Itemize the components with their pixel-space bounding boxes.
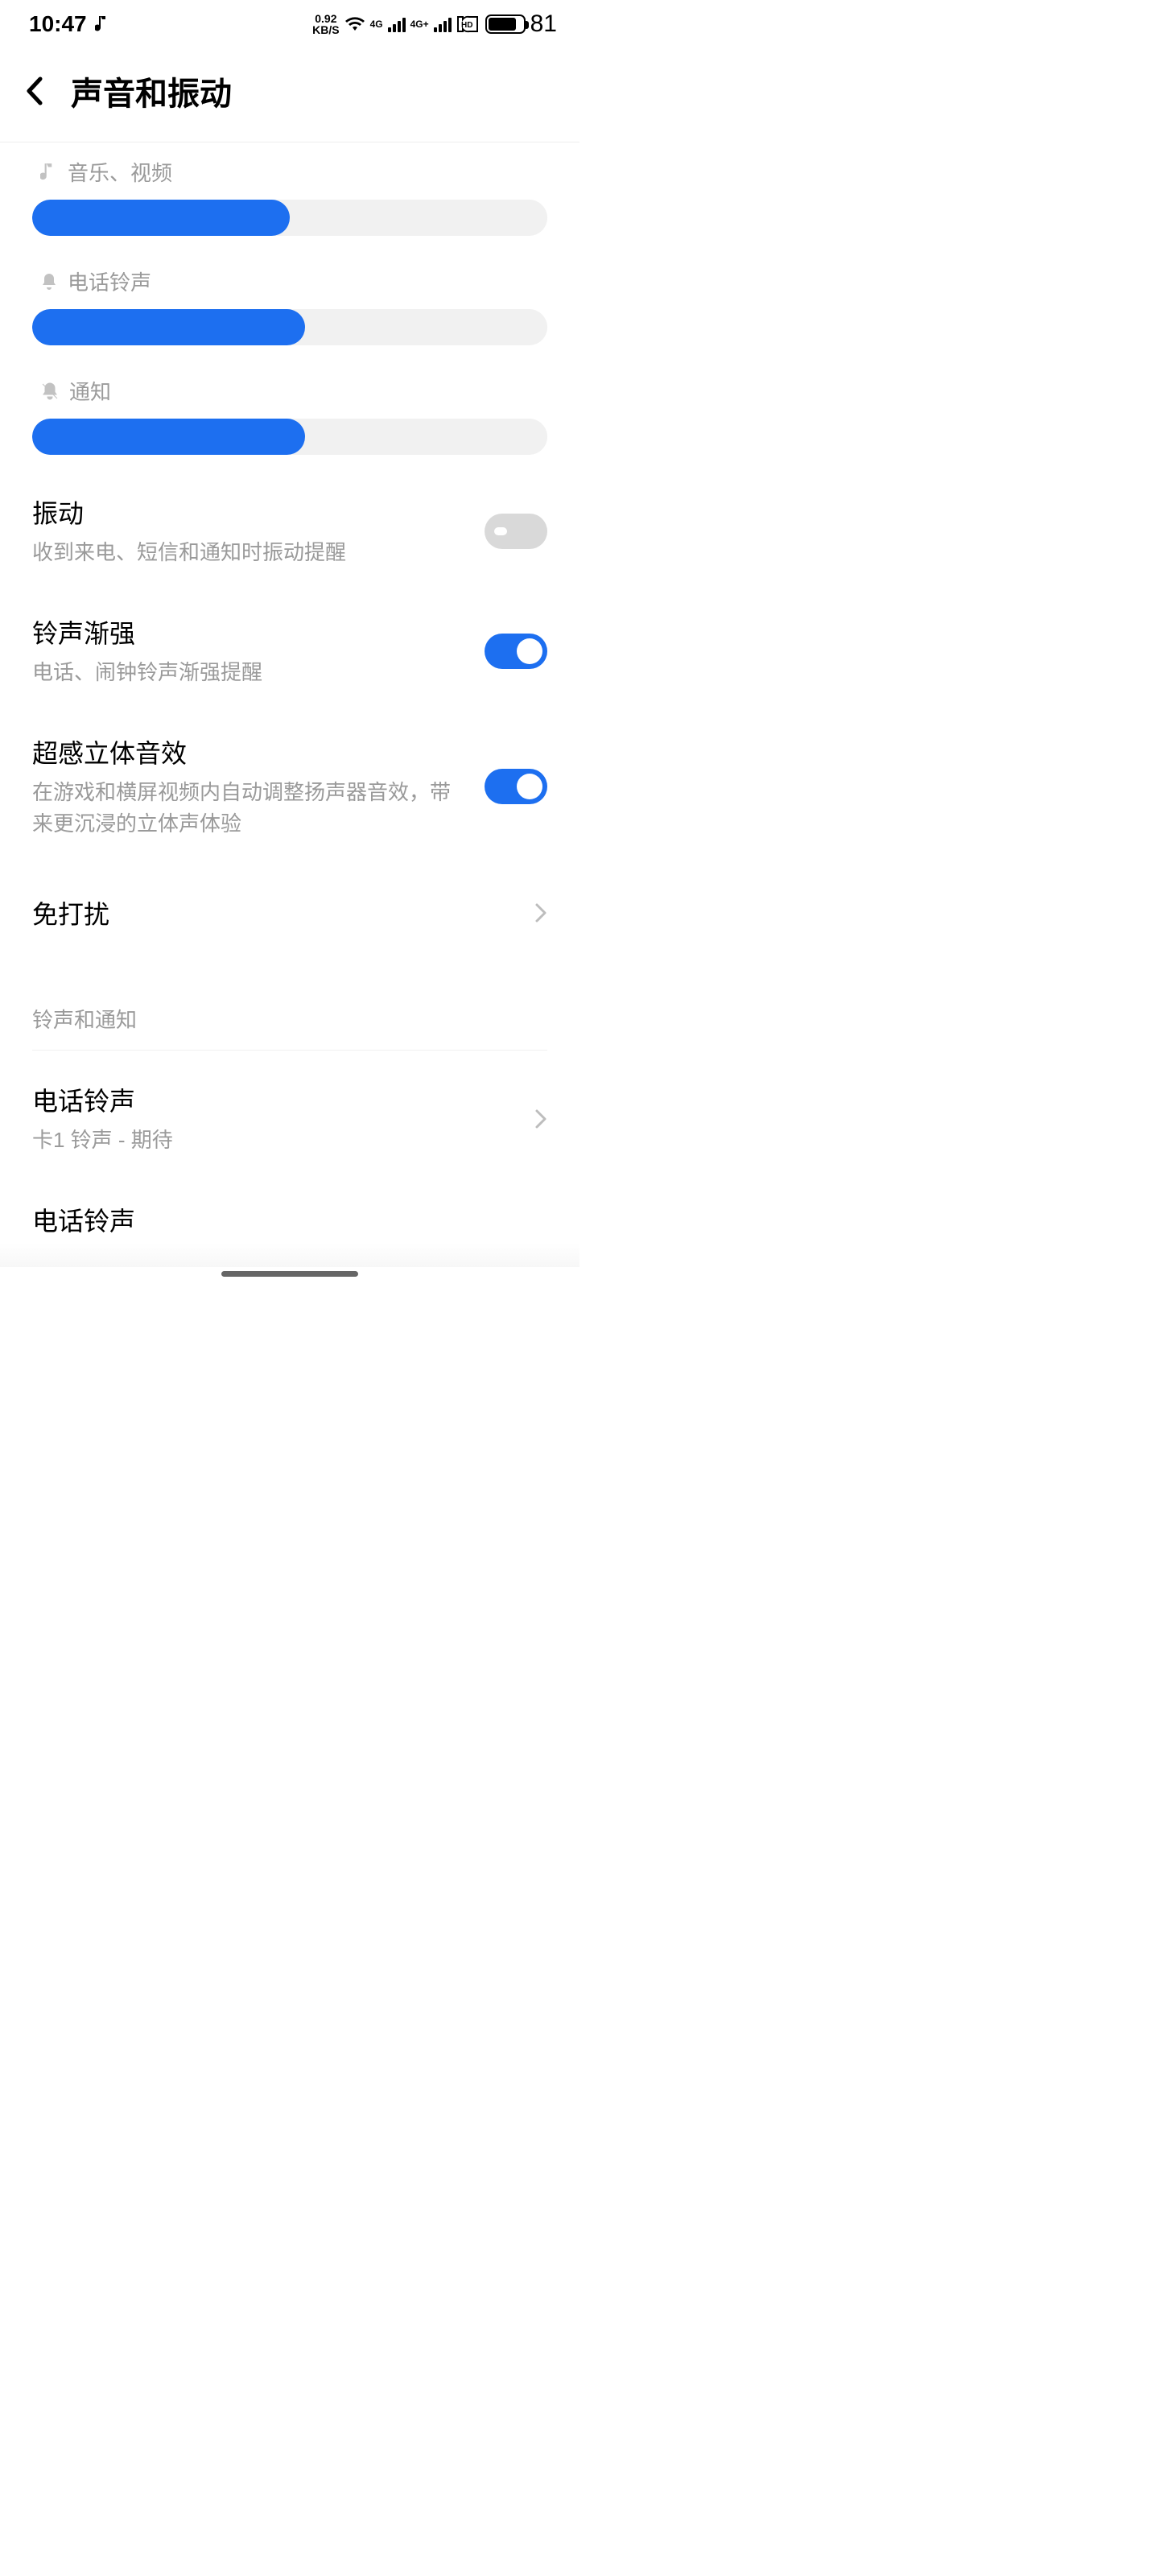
- status-right: 0.92 KB/S 4G 4G+ HD 81: [312, 10, 557, 38]
- stereo-row[interactable]: 超感立体音效 在游戏和横屏视频内自动调整扬声器音效，带来更沉浸的立体声体验: [0, 711, 580, 862]
- sim1-ringtone-subtitle: 卡1 铃声 - 期待: [32, 1125, 510, 1156]
- music-note-icon: [95, 14, 111, 34]
- sim2-label: 4G+: [410, 19, 429, 29]
- home-indicator[interactable]: [0, 1267, 580, 1282]
- sim1-label: 4G: [370, 19, 383, 29]
- notification-volume-label: 通知: [69, 376, 111, 406]
- notification-volume-slider[interactable]: [32, 419, 547, 455]
- vibrate-toggle[interactable]: [485, 514, 547, 549]
- page-header: 声音和振动: [0, 48, 580, 142]
- sim1-ringtone-row[interactable]: 电话铃声 卡1 铃声 - 期待: [0, 1059, 580, 1179]
- sim2-ringtone-title: 电话铃声: [32, 1201, 523, 1238]
- ringtone-volume-slider[interactable]: [32, 309, 547, 345]
- media-volume-label: 音乐、视频: [68, 157, 172, 187]
- hd-icon: HD: [456, 15, 481, 33]
- sim1-ringtone-title: 电话铃声: [32, 1081, 510, 1118]
- vibrate-subtitle: 收到来电、短信和通知时振动提醒: [32, 537, 460, 568]
- group-ringtones-title: 铃声和通知: [0, 964, 580, 1042]
- bottom-fade: [0, 1243, 580, 1267]
- dnd-row[interactable]: 免打扰: [0, 862, 580, 964]
- ascending-row[interactable]: 铃声渐强 电话、闹钟铃声渐强提醒: [0, 591, 580, 711]
- signal-2-icon: [434, 16, 452, 32]
- chevron-right-icon: [534, 902, 547, 923]
- ringtone-volume-fill: [32, 309, 305, 345]
- music-icon: [40, 162, 58, 183]
- bell-off-icon: [40, 382, 60, 401]
- media-volume-block: 音乐、视频: [0, 142, 580, 252]
- clock: 10:47: [29, 11, 87, 37]
- battery-percent: 81: [530, 10, 557, 38]
- stereo-subtitle: 在游戏和横屏视频内自动调整扬声器音效，带来更沉浸的立体声体验: [32, 777, 460, 840]
- vibrate-row[interactable]: 振动 收到来电、短信和通知时振动提醒: [0, 471, 580, 591]
- ascending-toggle[interactable]: [485, 634, 547, 669]
- chevron-right-icon: [534, 1108, 547, 1129]
- stereo-toggle[interactable]: [485, 769, 547, 804]
- battery-icon: [485, 14, 526, 34]
- vibrate-title: 振动: [32, 493, 460, 530]
- status-left: 10:47: [29, 11, 111, 37]
- notification-volume-block: 通知: [0, 361, 580, 471]
- ringtone-volume-label: 电话铃声: [68, 266, 151, 296]
- bell-icon: [40, 272, 58, 291]
- ringtone-volume-block: 电话铃声: [0, 252, 580, 361]
- media-volume-slider[interactable]: [32, 200, 547, 236]
- media-volume-fill: [32, 200, 290, 236]
- back-icon[interactable]: [24, 76, 47, 106]
- wifi-icon: [344, 16, 365, 32]
- signal-1-icon: [388, 16, 406, 32]
- net-speed: 0.92 KB/S: [312, 13, 339, 35]
- status-bar: 10:47 0.92 KB/S 4G 4G+ HD 81: [0, 0, 580, 48]
- svg-text:HD: HD: [461, 21, 472, 30]
- ascending-title: 铃声渐强: [32, 613, 460, 650]
- page-title: 声音和振动: [71, 68, 232, 114]
- group-divider: [32, 1050, 547, 1051]
- ascending-subtitle: 电话、闹钟铃声渐强提醒: [32, 657, 460, 688]
- dnd-title: 免打扰: [32, 894, 510, 931]
- stereo-title: 超感立体音效: [32, 733, 460, 770]
- sim2-ringtone-row[interactable]: 电话铃声: [0, 1179, 580, 1243]
- notification-volume-fill: [32, 419, 305, 455]
